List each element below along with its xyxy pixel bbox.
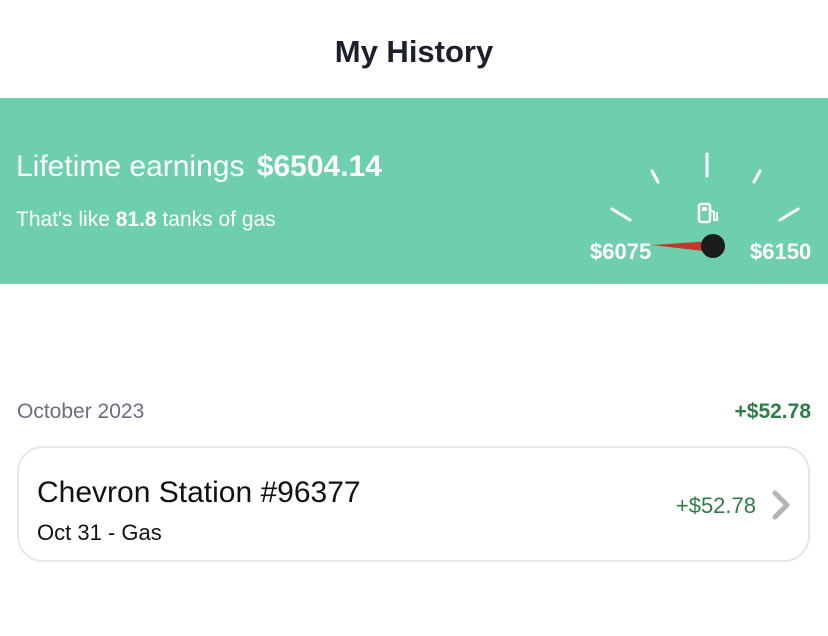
gauge-min-label: $6075 — [590, 239, 652, 264]
lifetime-earnings: Lifetime earnings $6504.14 — [16, 150, 382, 184]
chevron-right-icon[interactable] — [768, 488, 794, 522]
fuel-pump-icon — [697, 202, 718, 224]
lifetime-earnings-amount: $6504.14 — [256, 150, 382, 183]
transaction-date-category: Oct 31 - Gas — [37, 520, 162, 545]
month-total: +$52.78 — [734, 400, 812, 423]
fuel-gauge: $6075 $6150 — [584, 142, 828, 284]
tanks-of-gas-text: That's like 81.8 tanks of gas — [16, 208, 276, 232]
tanks-count: 81.8 — [115, 208, 157, 231]
gauge-tick — [778, 207, 800, 222]
gauge-tick — [752, 169, 762, 184]
gauge-max-label: $6150 — [750, 239, 812, 264]
month-section-header: October 2023 +$52.78 — [17, 400, 811, 426]
transaction-card[interactable]: Chevron Station #96377 Oct 31 - Gas +$52… — [17, 446, 810, 562]
transaction-merchant: Chevron Station #96377 — [37, 476, 361, 509]
tanks-prefix: That's like — [16, 208, 110, 231]
gauge-hub — [701, 234, 725, 258]
gauge-tick — [610, 207, 632, 222]
month-label: October 2023 — [17, 400, 145, 423]
gauge-tick — [650, 169, 660, 184]
tanks-suffix: tanks of gas — [162, 208, 276, 231]
transaction-amount: +$52.78 — [675, 493, 756, 518]
lifetime-earnings-label: Lifetime earnings — [16, 150, 245, 183]
earnings-banner: Lifetime earnings $6504.14 That's like 8… — [0, 98, 828, 284]
page-title: My History — [334, 34, 494, 69]
